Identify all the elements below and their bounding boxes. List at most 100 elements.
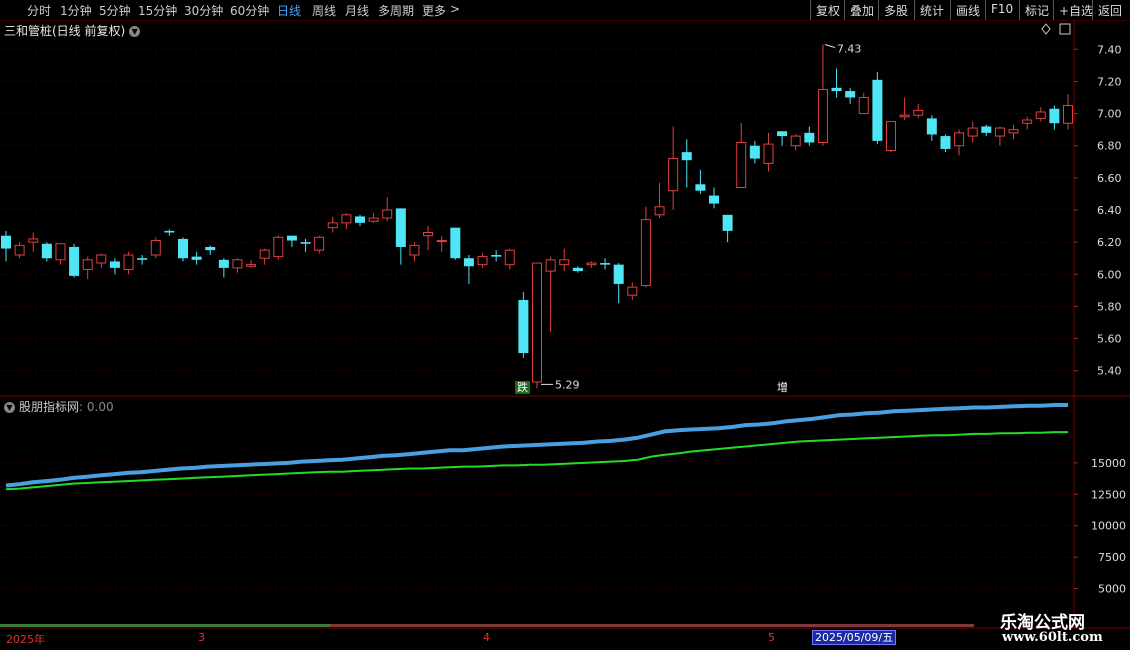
indicator-line-green	[5, 431, 1068, 491]
overlay-button[interactable]: 叠加	[844, 0, 879, 20]
date-label-month-5: 5	[768, 631, 775, 644]
candle-body-down	[695, 184, 706, 191]
candle-body-up	[150, 240, 161, 256]
stock-title-row: 三和管桩(日线 前复权) ▼	[4, 22, 141, 39]
period-tab-multi[interactable]: 多周期	[378, 2, 414, 19]
candle-body-down	[845, 91, 856, 98]
price-tick-label: 5.60	[1097, 333, 1122, 346]
candle-body-down	[722, 214, 733, 231]
bottom-strip-green	[0, 624, 330, 627]
candle-body-up	[954, 132, 965, 147]
candle-body-up	[477, 256, 488, 266]
watermark-logo: 乐淘公式网 www.60lt.com	[990, 606, 1130, 650]
candle-body-up	[1063, 105, 1073, 124]
candle-body-down	[69, 246, 80, 276]
signal-up-badge: 增	[777, 381, 788, 394]
candle-body-up	[640, 219, 651, 287]
chevron-down-icon[interactable]: ▼	[4, 402, 15, 413]
candle-body-up	[736, 142, 747, 188]
candle-body-up	[913, 109, 924, 116]
f10-button[interactable]: F10	[985, 0, 1018, 20]
price-tick-label: 7.40	[1097, 43, 1122, 56]
candle-body-down	[355, 216, 365, 223]
candle-body-down	[709, 195, 719, 204]
period-tab-fenshi[interactable]: 分时	[27, 2, 51, 19]
toolbar: 分时 1分钟 5分钟 15分钟 30分钟 60分钟 日线 周线 月线 多周期 更…	[0, 0, 1130, 21]
candle-body-down	[940, 136, 951, 149]
candle-body-up	[504, 249, 515, 266]
candle-body-up	[436, 240, 447, 243]
candle-body-up	[790, 135, 801, 147]
candle-body-down	[491, 255, 502, 257]
candle-body-down	[109, 261, 120, 268]
candle-body-down	[191, 256, 202, 260]
period-tab-daily[interactable]: 日线	[277, 2, 301, 19]
candle-body-down	[572, 267, 583, 272]
indicator-tick-label: 7500	[1098, 551, 1126, 564]
period-tab-60min[interactable]: 60分钟	[230, 2, 269, 19]
period-tab-monthly[interactable]: 月线	[345, 2, 369, 19]
mark-button[interactable]: 标记	[1019, 0, 1054, 20]
candle-body-up	[994, 127, 1005, 137]
candle-body-up	[545, 259, 556, 272]
indicator-tick-label: 5000	[1098, 583, 1126, 596]
candle-body-down	[681, 152, 692, 161]
chart-canvas[interactable]: 7.40 7.20 7.00 6.80 6.60 6.40 6.20 6.00 5.80 5.60…	[0, 0, 1130, 650]
candle-body-up	[232, 259, 243, 269]
candle-body-down	[1, 235, 11, 249]
indicator-tick-label: 15000	[1091, 457, 1126, 470]
date-label-month-3: 3	[198, 631, 205, 644]
candle-body-up	[1008, 129, 1019, 134]
candle-body-up	[273, 236, 284, 258]
maximize-icon	[1059, 23, 1071, 35]
period-tab-5min[interactable]: 5分钟	[99, 2, 131, 19]
candle-body-down	[137, 258, 148, 260]
draw-line-button[interactable]: 画线	[950, 0, 985, 20]
candle-body-down	[749, 145, 760, 159]
chevron-right-icon[interactable]: >	[450, 2, 460, 16]
back-button[interactable]: 返回	[1092, 0, 1127, 20]
high-price-label: 7.43	[837, 42, 862, 55]
multi-stock-button[interactable]: 多股	[878, 0, 913, 20]
candle-body-up	[96, 254, 107, 264]
candle-body-up	[967, 127, 978, 137]
price-tick-label: 7.20	[1097, 75, 1122, 88]
low-price-label: 5.29	[555, 378, 580, 391]
candle-body-down	[178, 238, 188, 259]
candle-body-up	[327, 222, 338, 229]
candle-body-up	[627, 286, 638, 296]
period-tab-1min[interactable]: 1分钟	[60, 2, 92, 19]
period-tab-more[interactable]: 更多	[422, 2, 446, 19]
indicator-value: : 0.00	[79, 400, 114, 414]
period-tab-15min[interactable]: 15分钟	[138, 2, 177, 19]
period-tab-30min[interactable]: 30分钟	[184, 2, 223, 19]
candle-body-up	[654, 206, 665, 216]
candle-body-down	[981, 126, 992, 133]
watermark-url: www.60lt.com	[1002, 630, 1103, 645]
price-tick-label: 6.80	[1097, 140, 1122, 153]
candle-body-up	[409, 244, 420, 256]
candle-body-up	[341, 214, 352, 224]
period-tab-weekly[interactable]: 周线	[312, 2, 336, 19]
chevron-down-icon[interactable]: ▼	[129, 26, 141, 37]
candle-body-down	[872, 79, 883, 141]
indicator-name: 股朋指标网	[19, 400, 80, 414]
indicator-title-row: ▼ 股朋指标网: 0.00	[4, 398, 114, 415]
candle-body-down	[41, 243, 52, 259]
candle-body-down	[286, 235, 297, 241]
candle-body-up	[246, 264, 257, 267]
stats-button[interactable]: 统计	[914, 0, 949, 20]
candle-body-down	[463, 258, 474, 267]
fuquan-button[interactable]: 复权	[810, 0, 845, 20]
price-tick-label: 5.80	[1097, 300, 1122, 313]
indicator-line-blue	[5, 403, 1068, 488]
candle-body-down	[395, 208, 406, 247]
candle-body-down	[205, 246, 216, 251]
candle-body-up	[899, 114, 910, 118]
signal-down-badge: 跌	[515, 381, 530, 394]
candle-body-down	[777, 131, 788, 137]
high-marker-arrow	[824, 43, 836, 48]
candle-body-up	[259, 249, 270, 259]
diamond-icon	[1041, 23, 1051, 35]
candle-body-down	[831, 87, 842, 92]
